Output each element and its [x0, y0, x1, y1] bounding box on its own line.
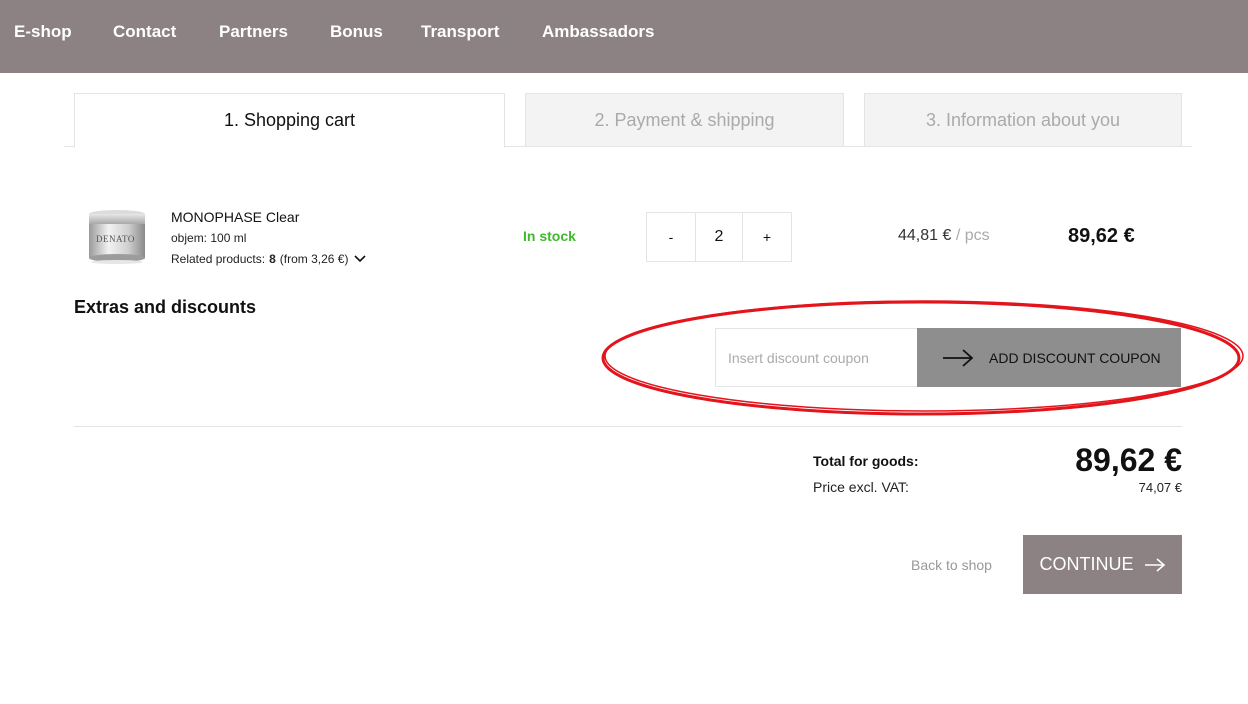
- nav-partners[interactable]: Partners: [219, 22, 288, 42]
- tab-information[interactable]: 3. Information about you: [864, 93, 1182, 147]
- nav-contact[interactable]: Contact: [113, 22, 176, 42]
- tab-payment-shipping[interactable]: 2. Payment & shipping: [525, 93, 844, 147]
- related-products-toggle[interactable]: Related products: 8 (from 3,26 €): [171, 252, 368, 266]
- extras-title: Extras and discounts: [74, 297, 257, 317]
- related-label: Related products:: [171, 252, 266, 266]
- price-excl-vat-label: Price excl. VAT:: [813, 479, 909, 495]
- qty-value[interactable]: 2: [695, 213, 743, 261]
- continue-label: CONTINUE: [1039, 554, 1134, 574]
- arrow-right-icon: [943, 348, 974, 367]
- add-coupon-label: ADD DISCOUNT COUPON: [989, 349, 1161, 366]
- unit-price-value: 44,81 €: [898, 227, 952, 244]
- line-total: 89,62 €: [1068, 225, 1135, 247]
- unit-price: 44,81 € / pcs: [898, 227, 990, 245]
- tab-shopping-cart[interactable]: 1. Shopping cart: [74, 93, 505, 148]
- back-to-shop-link[interactable]: Back to shop: [911, 557, 992, 573]
- arrow-right-icon: [1144, 557, 1165, 572]
- qty-decrease-button[interactable]: -: [647, 213, 695, 261]
- continue-button[interactable]: CONTINUE: [1023, 535, 1182, 594]
- chevron-down-icon: [354, 255, 367, 263]
- nav-ambassadors[interactable]: Ambassadors: [542, 22, 654, 42]
- total-goods-value: 89,62 €: [1075, 442, 1182, 478]
- top-navigation: E-shop Contact Partners Bonus Transport …: [0, 0, 1248, 73]
- price-excl-vat-value: 74,07 €: [1138, 480, 1182, 495]
- brand-logo: DENATO: [96, 234, 135, 244]
- product-name[interactable]: MONOPHASE Clear: [171, 209, 299, 225]
- product-volume: objem: 100 ml: [171, 231, 247, 245]
- unit-label: pcs: [964, 227, 990, 244]
- nav-transport[interactable]: Transport: [421, 22, 499, 42]
- coupon-input[interactable]: [715, 328, 918, 387]
- nav-eshop[interactable]: E-shop: [14, 22, 72, 42]
- checkout-steps: 1. Shopping cart 2. Payment & shipping 3…: [64, 93, 1192, 148]
- unit-separator: /: [955, 227, 961, 244]
- related-count: 8: [269, 252, 276, 266]
- total-goods-label: Total for goods:: [813, 453, 919, 469]
- divider: [74, 426, 1182, 427]
- quantity-stepper: - 2 +: [646, 212, 792, 262]
- nav-bonus[interactable]: Bonus: [330, 22, 383, 42]
- add-coupon-button[interactable]: ADD DISCOUNT COUPON: [917, 328, 1181, 387]
- related-from-price: (from 3,26 €): [279, 252, 349, 266]
- qty-increase-button[interactable]: +: [743, 213, 791, 261]
- stock-status: In stock: [523, 228, 576, 244]
- product-thumbnail[interactable]: DENATO: [86, 208, 148, 264]
